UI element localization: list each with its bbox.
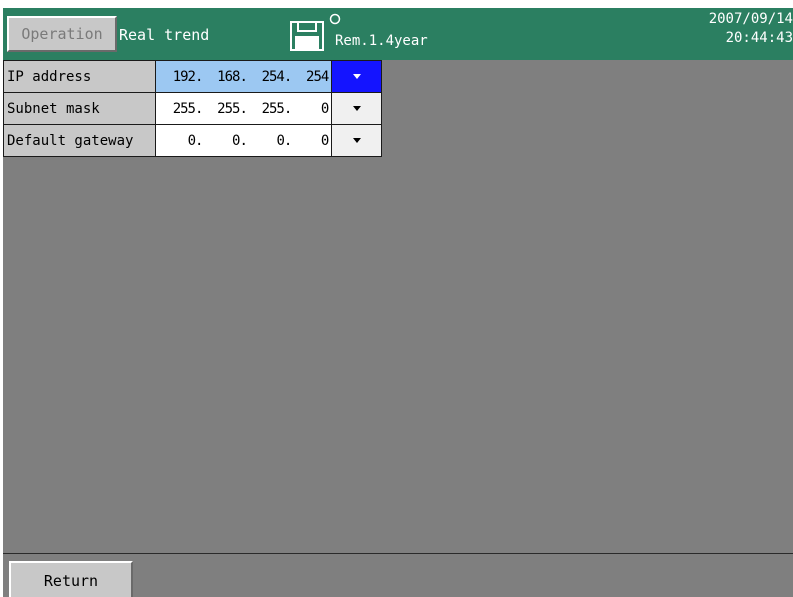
datetime-display: 2007/09/14 20:44:43 xyxy=(709,10,793,48)
ip-address-dropdown-button[interactable] xyxy=(331,60,383,93)
chevron-down-icon xyxy=(352,138,361,143)
ip-octet: 192 xyxy=(172,68,196,85)
recorder-screen: Operation Real trend Rem.1.4year 2007/09… xyxy=(3,8,793,597)
octet-separator: . xyxy=(239,100,248,117)
octet-separator: . xyxy=(239,68,248,85)
ip-octet: 168 xyxy=(217,68,240,85)
ip-octet: 0 xyxy=(232,132,240,149)
subnet-mask-dropdown-button[interactable] xyxy=(331,92,383,125)
chevron-down-icon xyxy=(352,74,361,79)
subnet-mask-label: Subnet mask xyxy=(3,92,156,125)
ip-octet: 255 xyxy=(261,100,285,117)
default-gateway-label: Default gateway xyxy=(3,124,156,157)
octet-separator: . xyxy=(283,68,293,85)
ip-octet: 255 xyxy=(217,100,240,117)
chevron-down-icon xyxy=(352,106,361,111)
ip-octet: 0 xyxy=(320,132,329,149)
settings-row-default-gateway: Default gateway 0. 0. 0. 0 xyxy=(3,124,383,157)
ip-octet: 254 xyxy=(261,68,285,85)
ip-octet: 0 xyxy=(320,100,329,117)
ip-octet: 0 xyxy=(187,132,196,149)
default-gateway-dropdown-button[interactable] xyxy=(331,124,383,157)
octet-separator: . xyxy=(283,100,293,117)
ip-settings-table: IP address 192. 168. 254. 254 Subnet mask 2… xyxy=(3,60,383,157)
memory-remaining-text: Rem.1.4year xyxy=(335,33,428,49)
octet-separator: . xyxy=(195,100,204,117)
octet-separator: . xyxy=(195,68,204,85)
status-led-icon xyxy=(329,13,341,25)
ip-octet: 254 xyxy=(306,68,329,85)
subnet-mask-value[interactable]: 255. 255. 255. 0 xyxy=(154,92,333,125)
settings-row-subnet-mask: Subnet mask 255. 255. 255. 0 xyxy=(3,92,383,125)
footer-divider xyxy=(3,553,793,554)
time-text: 20:44:43 xyxy=(725,30,793,46)
return-button[interactable]: Return xyxy=(9,561,133,597)
ip-octet: 0 xyxy=(276,132,284,149)
header-bar: Operation Real trend Rem.1.4year 2007/09… xyxy=(3,8,793,60)
operation-button[interactable]: Operation xyxy=(7,16,117,52)
ip-address-label: IP address xyxy=(3,60,156,93)
octet-separator: . xyxy=(239,132,248,149)
octet-separator: . xyxy=(283,132,293,149)
settings-row-ip-address: IP address 192. 168. 254. 254 xyxy=(3,60,383,93)
display-mode-title: Real trend xyxy=(119,26,210,44)
octet-separator: . xyxy=(195,132,204,149)
default-gateway-value[interactable]: 0. 0. 0. 0 xyxy=(154,124,333,157)
date-text: 2007/09/14 xyxy=(708,11,793,27)
ip-address-value[interactable]: 192. 168. 254. 254 xyxy=(154,60,333,93)
ip-octet: 255 xyxy=(172,100,196,117)
floppy-disk-icon xyxy=(290,21,324,51)
